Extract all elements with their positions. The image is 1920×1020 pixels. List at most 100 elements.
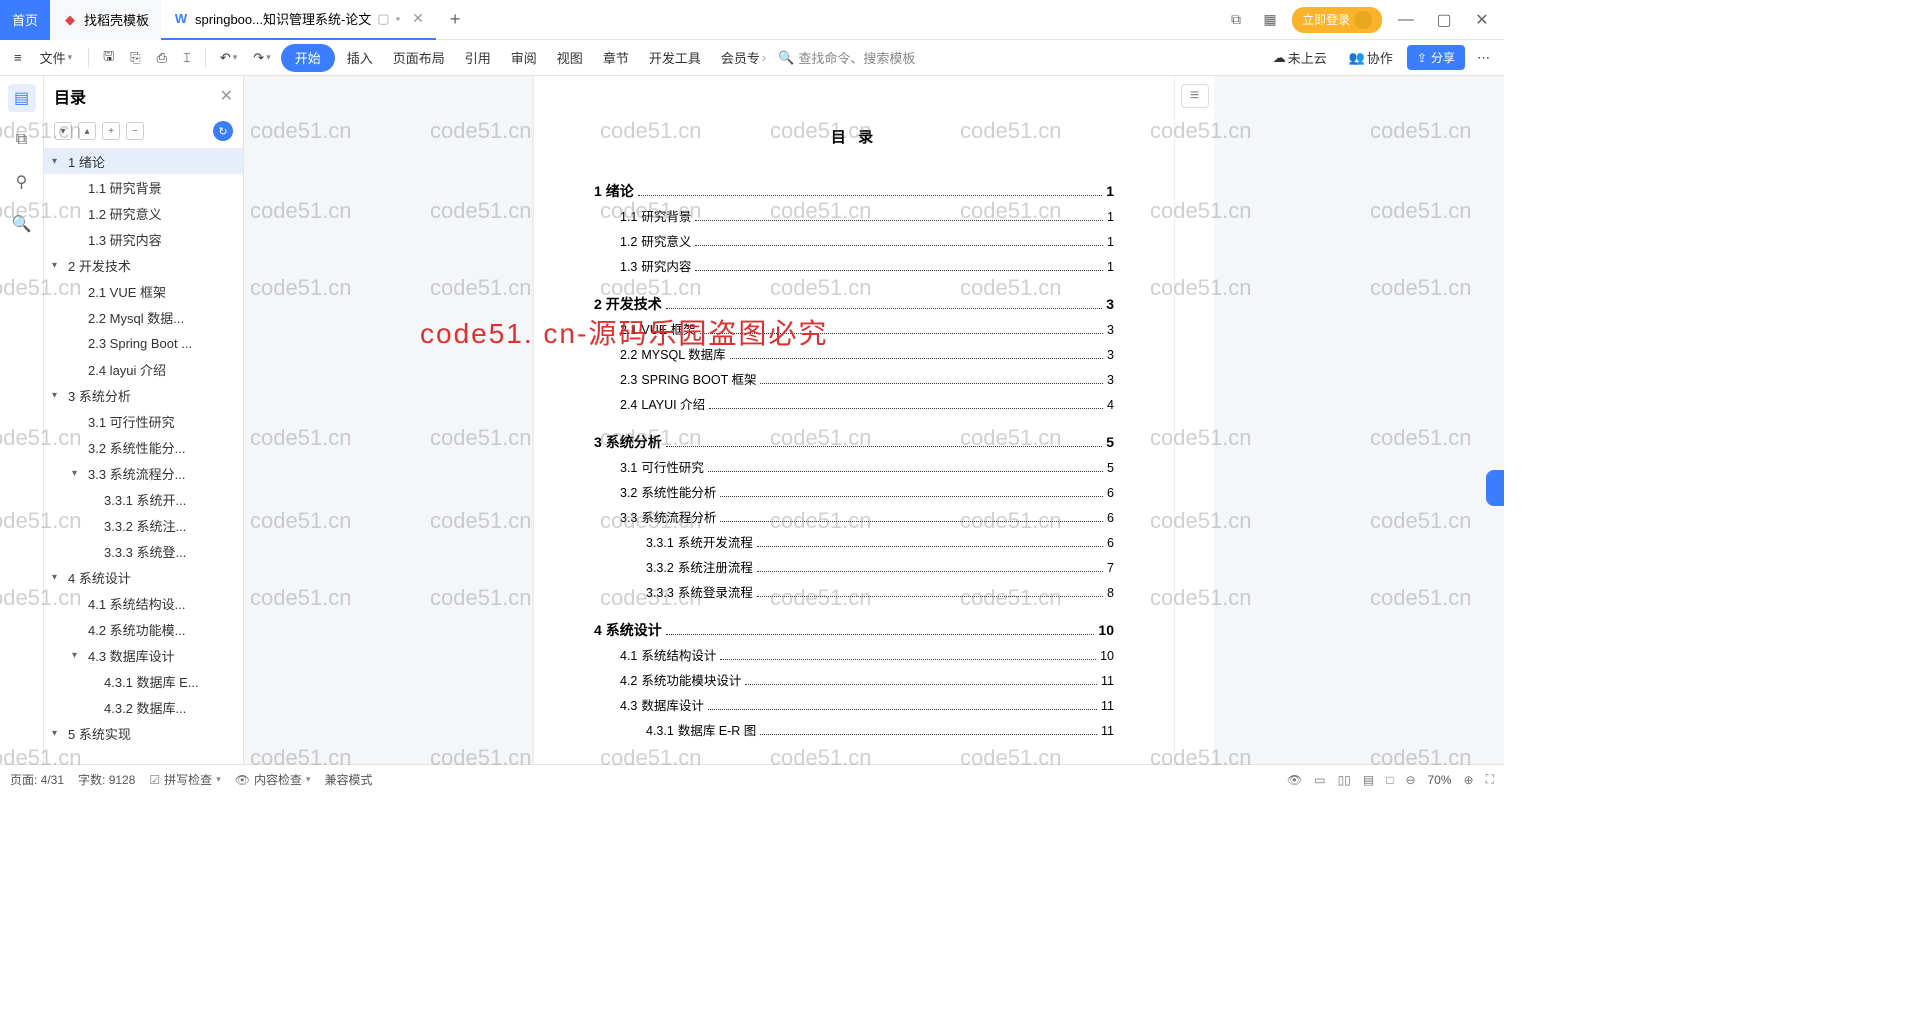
share-button[interactable]: ⇪分享 [1407,45,1465,70]
remove-item-icon[interactable]: − [126,122,144,140]
save-icon[interactable]: 🖫 [97,44,120,72]
more-icon: › [762,50,766,65]
tree-item[interactable]: ▾1 绪论 [44,148,243,174]
layout-tab[interactable]: 页面布局 [385,44,453,72]
panel-toggle-icon[interactable]: ≡ [1181,84,1209,108]
view-mode4-icon[interactable]: □ [1386,773,1393,787]
toc-text: VUE 框架 [641,318,695,343]
zoom-out-icon[interactable]: ⊖ [1405,773,1415,787]
undo-icon[interactable]: ↶▾ [214,44,243,72]
tree-item-label: 4.3 数据库设计 [88,646,175,665]
file-menu[interactable]: 文件▾ [32,44,81,72]
tree-item[interactable]: ▾5 系统实现 [44,720,243,746]
cloud-button[interactable]: ☁未上云 [1265,44,1335,72]
fit-icon[interactable]: ⛶ [1486,772,1494,787]
redo-icon[interactable]: ↷▾ [247,44,276,72]
view-tab[interactable]: 视图 [549,44,591,72]
save-as-icon[interactable]: ⎘ [124,44,146,72]
tab-document-label: springboo...知识管理系统-论文 [195,9,371,28]
document-area[interactable]: 目 录 1绪论11.1研究背景11.2研究意义11.3研究内容12开发技术32.… [244,76,1504,764]
rail-bookmark-icon[interactable]: ⚲ [8,168,36,196]
toc-line: 1.3研究内容1 [594,255,1114,280]
tree-item[interactable]: 2.2 Mysql 数据... [44,304,243,330]
page-title: 目 录 [594,126,1114,147]
tree-item[interactable]: 3.3.2 系统注... [44,512,243,538]
layout-icon[interactable]: ⧉ [1224,8,1248,32]
side-tab-handle[interactable] [1486,470,1504,506]
toc-text: 系统性能分析 [641,481,716,506]
devtools-tab[interactable]: 开发工具 [641,44,709,72]
view-mode1-icon[interactable]: ▭ [1314,773,1325,787]
tree-item[interactable]: 4.3.1 数据库 E... [44,668,243,694]
view-mode2-icon[interactable]: ▯▯ [1338,773,1351,787]
review-tab[interactable]: 审阅 [503,44,545,72]
login-button[interactable]: 立即登录 [1292,7,1382,33]
rail-search-icon[interactable]: 🔍 [8,210,36,238]
new-tab-button[interactable]: + [436,9,475,30]
tree-item[interactable]: 2.1 VUE 框架 [44,278,243,304]
content-check-button[interactable]: 👁内容检查▾ [235,771,311,788]
close-icon[interactable]: ✕ [412,10,424,27]
tree-item[interactable]: 4.3.2 数据库... [44,694,243,720]
toc-page: 1 [1107,230,1114,255]
view-eye-icon[interactable]: 👁 [1287,773,1302,787]
collab-button[interactable]: 👥协作 [1341,44,1401,72]
collapse-all-icon[interactable]: ▾ [54,122,72,140]
insert-tab[interactable]: 插入 [339,44,381,72]
reference-tab[interactable]: 引用 [457,44,499,72]
minimize-button[interactable]: — [1392,6,1420,34]
rail-layers-icon[interactable]: ⧉ [8,126,36,154]
tree-item[interactable]: 3.1 可行性研究 [44,408,243,434]
refresh-icon[interactable]: ↻ [213,121,233,141]
tab-document[interactable]: W springboo...知识管理系统-论文 ▢ • ✕ [161,0,436,40]
tree-item[interactable]: ▾4.3 数据库设计 [44,642,243,668]
toc-page: 5 [1106,428,1114,456]
maximize-button[interactable]: ▢ [1430,6,1458,34]
tree-item[interactable]: ▾2 开发技术 [44,252,243,278]
tree-item[interactable]: 1.1 研究背景 [44,174,243,200]
tree-item[interactable]: 4.2 系统功能模... [44,616,243,642]
tree-item[interactable]: 3.3.3 系统登... [44,538,243,564]
toc-dots [745,684,1097,685]
spellcheck-button[interactable]: ☑拼写检查▾ [149,771,220,788]
tree-item[interactable]: 3.2 系统性能分... [44,434,243,460]
word-count[interactable]: 字数: 9128 [78,771,135,788]
print-icon[interactable]: ⎙ [151,44,173,72]
view-mode3-icon[interactable]: ▤ [1363,773,1374,787]
compat-mode[interactable]: 兼容模式 [325,771,373,788]
tree-item[interactable]: 1.2 研究意义 [44,200,243,226]
grid-icon[interactable]: ▦ [1258,8,1282,32]
zoom-in-icon[interactable]: ⊕ [1464,773,1474,787]
toc-dots [757,546,1103,547]
tree-item[interactable]: 2.3 Spring Boot ... [44,330,243,356]
tree-item[interactable]: 2.4 layui 介绍 [44,356,243,382]
outline-close-icon[interactable]: ✕ [220,86,233,106]
tab-home[interactable]: 首页 [0,0,50,40]
tree-item[interactable]: 3.3.1 系统开... [44,486,243,512]
add-item-icon[interactable]: + [102,122,120,140]
tree-item[interactable]: 4.1 系统结构设... [44,590,243,616]
toc-dots [720,659,1096,660]
rail-outline-icon[interactable]: ▤ [8,84,36,112]
start-tab[interactable]: 开始 [281,44,335,72]
tree-item[interactable]: 1.3 研究内容 [44,226,243,252]
toc-num: 3.3.1 [646,531,674,556]
tree-item[interactable]: ▾3.3 系统流程分... [44,460,243,486]
expand-all-icon[interactable]: ▴ [78,122,96,140]
tree-item[interactable]: ▾3 系统分析 [44,382,243,408]
close-window-button[interactable]: ✕ [1468,6,1496,34]
more-menu-icon[interactable]: ⋯ [1471,44,1496,72]
hamburger-icon[interactable]: ≡ [8,44,28,72]
tab-template[interactable]: ◆ 找稻壳模板 [50,0,161,40]
preview-icon[interactable]: ⌶ [177,44,197,72]
chapter-tab[interactable]: 章节 [595,44,637,72]
page-indicator[interactable]: 页面: 4/31 [10,771,64,788]
member-tab[interactable]: 会员专› [713,44,774,72]
tree-item-label: 3.3.1 系统开... [104,490,186,509]
toc-num: 4.3 [620,694,637,719]
tree-item[interactable]: ▾4 系统设计 [44,564,243,590]
command-search[interactable]: 🔍 查找命令、搜索模板 [778,48,915,67]
toc-dots [666,634,1095,635]
zoom-level[interactable]: 70% [1428,773,1452,787]
outline-tree[interactable]: ▾1 绪论1.1 研究背景1.2 研究意义1.3 研究内容▾2 开发技术2.1 … [44,146,243,764]
